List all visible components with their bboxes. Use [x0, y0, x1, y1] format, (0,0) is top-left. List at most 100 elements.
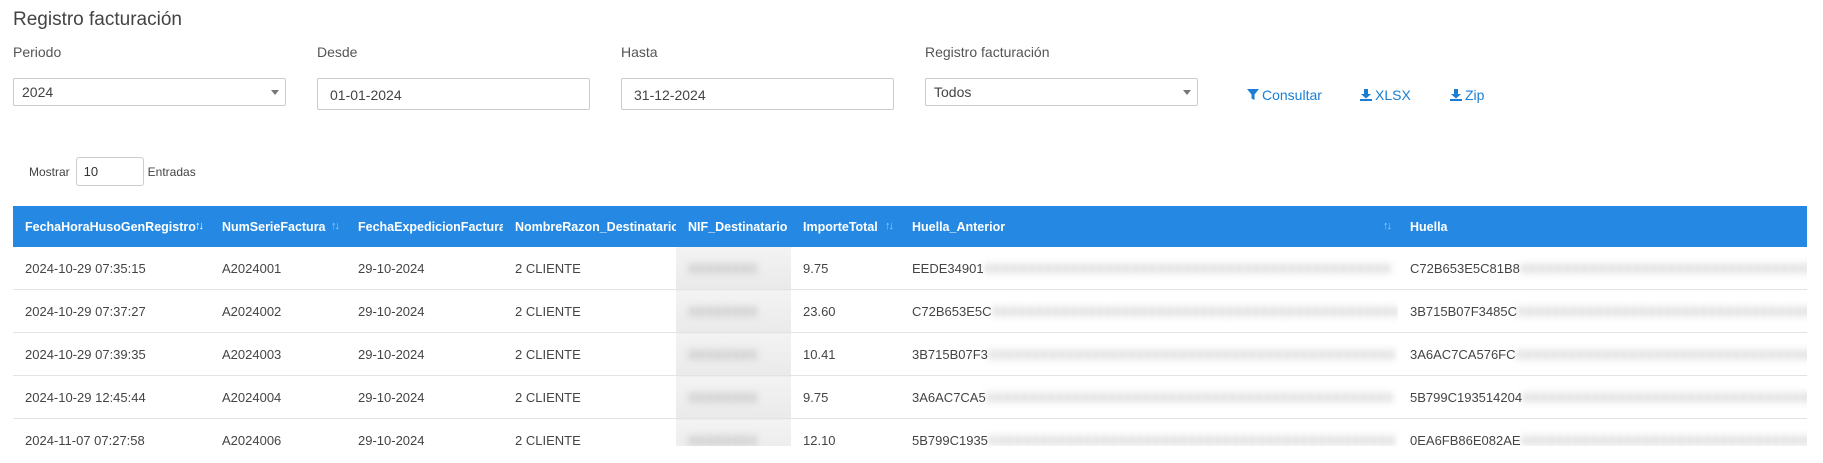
table-row[interactable]: 2024-10-29 07:37:27 A2024002 29-10-2024 … — [13, 289, 1807, 333]
cell-nif-redacted: XXXXXXXX — [676, 375, 791, 419]
column-header-label: Huella_Anterior — [912, 219, 1006, 234]
table-row[interactable]: 2024-10-29 12:45:44 A2024004 29-10-2024 … — [13, 375, 1807, 419]
column-header-label: NombreRazon_Destinatario — [515, 219, 676, 234]
hash-visible: 5B799C1935 — [912, 432, 988, 447]
cell-huella: 3A6AC7CA576FCXXXXXXXXXXXXXXXXXXXXXXXXXXX… — [1398, 332, 1807, 376]
cell-fecha-hora: 2024-10-29 12:45:44 — [13, 375, 210, 419]
cell-importe: 23.60 — [791, 289, 900, 333]
column-header-label: NumSerieFactura — [222, 219, 326, 234]
hash-visible: C72B653E5C81B8 — [1410, 260, 1520, 276]
column-header-label: FechaExpedicionFactura — [358, 219, 503, 234]
registro-label: Registro facturación — [925, 44, 1050, 60]
entries-length-control: Mostrar Entradas — [29, 157, 196, 186]
hasta-label: Hasta — [621, 44, 658, 60]
sort-icon: ↑↓ — [885, 220, 894, 232]
cell-huella: C72B653E5C81B8XXXXXXXXXXXXXXXXXXXXXXXXXX… — [1398, 247, 1807, 290]
cell-fecha-expedicion: 29-10-2024 — [346, 375, 503, 419]
sort-icon: ↑↓ — [331, 220, 340, 232]
column-header-huella-anterior[interactable]: Huella_Anterior ↑↓ — [900, 206, 1398, 247]
sort-icon: ↑↓ — [1383, 220, 1392, 232]
cell-num-serie: A2024004 — [210, 375, 346, 419]
page-title: Registro facturación — [13, 9, 182, 30]
table-row[interactable]: 2024-10-29 07:35:15 A2024001 29-10-2024 … — [13, 247, 1807, 290]
cell-huella: 3B715B07F3485CXXXXXXXXXXXXXXXXXXXXXXXXXX… — [1398, 289, 1807, 333]
hash-visible: 3B715B07F3485C — [1410, 303, 1517, 319]
column-header-label: NIF_Destinatario — [688, 219, 788, 234]
periodo-value: 2024 — [22, 84, 54, 100]
table-row[interactable]: 2024-10-29 07:39:35 A2024003 29-10-2024 … — [13, 332, 1807, 376]
zip-button[interactable]: Zip — [1450, 87, 1484, 103]
cell-importe: 9.75 — [791, 247, 900, 290]
chevron-down-icon — [1183, 90, 1191, 95]
column-header-fecha-expedicion[interactable]: FechaExpedicionFactura — [346, 206, 503, 247]
xlsx-button[interactable]: XLSX — [1360, 87, 1411, 103]
hash-visible: 0EA6FB86E082AE — [1410, 432, 1521, 447]
entradas-label: Entradas — [147, 164, 196, 179]
table-row[interactable]: 2024-11-07 07:27:58 A2024006 29-10-2024 … — [13, 418, 1807, 447]
cell-huella-anterior: EEDE34901XXXXXXXXXXXXXXXXXXXXXXXXXXXXXXX… — [900, 247, 1398, 290]
cell-nif-redacted: XXXXXXXX — [676, 332, 791, 376]
cell-importe: 9.75 — [791, 375, 900, 419]
column-header-label: ImporteTotal — [803, 219, 878, 234]
registro-select[interactable]: Todos — [925, 78, 1198, 106]
hash-visible: C72B653E5C — [912, 303, 992, 319]
cell-fecha-hora: 2024-10-29 07:39:35 — [13, 332, 210, 376]
column-header-label: FechaHoraHusoGenRegistro — [25, 219, 196, 234]
cell-nombre-razon: 2 CLIENTE — [503, 247, 676, 290]
cell-num-serie: A2024003 — [210, 332, 346, 376]
cell-huella-anterior: 3A6AC7CA5XXXXXXXXXXXXXXXXXXXXXXXXXXXXXXX… — [900, 375, 1398, 419]
cell-fecha-hora: 2024-11-07 07:27:58 — [13, 418, 210, 446]
invoice-registry-table: FechaHoraHusoGenRegistro ↑↓ NumSerieFactu… — [13, 206, 1807, 446]
cell-fecha-hora: 2024-10-29 07:35:15 — [13, 247, 210, 290]
mostrar-label: Mostrar — [29, 164, 70, 179]
cell-fecha-expedicion: 29-10-2024 — [346, 332, 503, 376]
cell-num-serie: A2024006 — [210, 418, 346, 446]
hash-visible: 5B799C193514204 — [1410, 389, 1523, 405]
chevron-down-icon — [271, 90, 279, 95]
hash-visible: 3B715B07F3 — [912, 346, 988, 362]
cell-importe: 10.41 — [791, 332, 900, 376]
sort-icon: ↑↓ — [195, 220, 204, 232]
cell-huella-anterior: 3B715B07F3XXXXXXXXXXXXXXXXXXXXXXXXXXXXXX… — [900, 332, 1398, 376]
desde-input[interactable]: 01-01-2024 — [317, 78, 590, 110]
cell-num-serie: A2024001 — [210, 247, 346, 290]
cell-nif-redacted: XXXXXXXX — [676, 418, 791, 446]
cell-nombre-razon: 2 CLIENTE — [503, 289, 676, 333]
cell-num-serie: A2024002 — [210, 289, 346, 333]
column-header-label: Huella — [1410, 219, 1448, 234]
cell-huella-anterior: C72B653E5CXXXXXXXXXXXXXXXXXXXXXXXXXXXXXX… — [900, 289, 1398, 333]
cell-huella: 5B799C193514204XXXXXXXXXXXXXXXXXXXXXXXXX… — [1398, 375, 1807, 419]
periodo-select[interactable]: 2024 — [13, 78, 286, 106]
cell-fecha-expedicion: 29-10-2024 — [346, 247, 503, 290]
registro-value: Todos — [934, 84, 972, 100]
entries-count-input[interactable] — [75, 157, 144, 186]
table-header-row: FechaHoraHusoGenRegistro ↑↓ NumSerieFactu… — [13, 206, 1807, 247]
cell-fecha-hora: 2024-10-29 07:37:27 — [13, 289, 210, 333]
cell-nombre-razon: 2 CLIENTE — [503, 418, 676, 446]
cell-nombre-razon: 2 CLIENTE — [503, 332, 676, 376]
column-header-fecha-hora[interactable]: FechaHoraHusoGenRegistro ↑↓ — [13, 206, 210, 247]
consultar-label: Consultar — [1262, 87, 1322, 103]
hash-visible: 3A6AC7CA5 — [912, 389, 986, 405]
column-header-importe[interactable]: ImporteTotal ↑↓ — [791, 206, 900, 247]
column-header-nif[interactable]: NIF_Destinatario — [676, 206, 791, 247]
cell-importe: 12.10 — [791, 418, 900, 446]
cell-nif-redacted: XXXXXXXX — [676, 247, 791, 290]
download-icon — [1360, 89, 1372, 101]
cell-huella-anterior: 5B799C1935XXXXXXXXXXXXXXXXXXXXXXXXXXXXXX… — [900, 418, 1398, 447]
column-header-huella[interactable]: Huella — [1398, 206, 1807, 247]
xlsx-label: XLSX — [1375, 87, 1411, 103]
zip-label: Zip — [1465, 87, 1485, 103]
download-icon — [1450, 89, 1462, 101]
consultar-button[interactable]: Consultar — [1247, 87, 1322, 103]
cell-nif-redacted: XXXXXXXX — [676, 289, 791, 333]
cell-fecha-expedicion: 29-10-2024 — [346, 418, 503, 446]
periodo-label: Periodo — [13, 44, 62, 60]
column-header-num-serie[interactable]: NumSerieFactura ↑↓ — [210, 206, 346, 247]
hasta-input[interactable]: 31-12-2024 — [621, 78, 894, 110]
column-header-nombre-razon[interactable]: NombreRazon_Destinatario — [503, 206, 676, 247]
filter-icon — [1247, 89, 1259, 100]
cell-fecha-expedicion: 29-10-2024 — [346, 289, 503, 333]
cell-huella: 0EA6FB86E082AEXXXXXXXXXXXXXXXXXXXXXXXXXX… — [1398, 418, 1807, 447]
hash-visible: 3A6AC7CA576FC — [1410, 346, 1516, 362]
